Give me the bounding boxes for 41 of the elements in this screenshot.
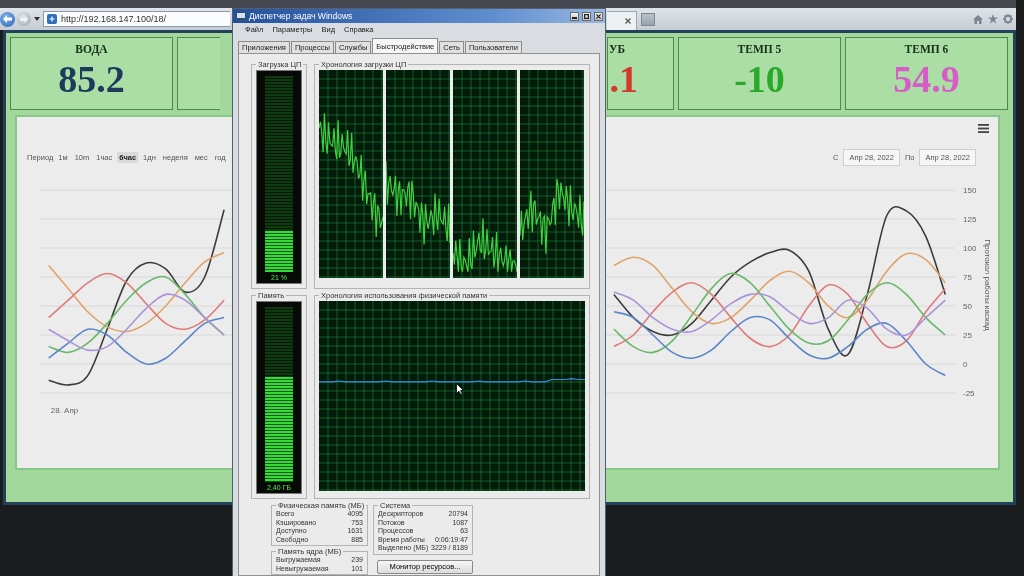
y-axis-label: 75 xyxy=(963,273,972,282)
close-button[interactable] xyxy=(594,11,603,21)
tile-title: ТЕМП 5 xyxy=(737,43,782,55)
y-axis-label: 0 xyxy=(963,360,968,369)
y-axis-label: 50 xyxy=(963,302,972,311)
maximize-icon xyxy=(584,13,589,19)
close-tab-button[interactable] xyxy=(625,18,631,24)
tile-value: 54.9 xyxy=(893,60,960,98)
mouse-pointer-icon xyxy=(456,383,464,395)
settings-icon[interactable] xyxy=(1003,14,1013,24)
tile-value: .1 xyxy=(609,60,638,98)
caret-icon[interactable] xyxy=(34,17,40,21)
cpu-usage-line xyxy=(453,217,517,273)
forward-arrow-icon xyxy=(20,15,28,23)
close-icon xyxy=(625,18,631,24)
menu-icon[interactable] xyxy=(978,123,989,133)
address-field[interactable]: http://192.168.147.100/18/ xyxy=(43,11,230,27)
star-icon[interactable] xyxy=(988,14,998,24)
tile-title: УБ xyxy=(608,43,625,55)
minimize-button[interactable] xyxy=(570,11,579,21)
new-tab-button[interactable] xyxy=(641,12,655,26)
x-axis-label: 28. Апр xyxy=(50,406,79,415)
back-button[interactable] xyxy=(0,11,15,27)
site-icon xyxy=(47,14,57,24)
monitor-icon xyxy=(236,11,246,21)
y-axis-label: 100 xyxy=(963,244,977,253)
back-arrow-icon xyxy=(3,15,12,23)
tile-title: ТЕМП 6 xyxy=(904,43,949,55)
close-icon xyxy=(596,13,601,19)
tile-title: ВОДА xyxy=(75,43,108,55)
tile-value: 85.2 xyxy=(58,60,125,98)
tile-value: -10 xyxy=(734,60,785,98)
window-title: Диспетчер задач Windows xyxy=(249,11,353,21)
y-axis-title: Протокол работы каскад xyxy=(983,239,992,331)
y-axis-label: 125 xyxy=(963,215,977,224)
home-icon[interactable] xyxy=(973,14,983,24)
minimize-icon xyxy=(572,16,577,19)
y-axis-label: 25 xyxy=(963,331,972,340)
maximize-button[interactable] xyxy=(582,11,591,21)
y-axis-label: -25 xyxy=(963,389,975,398)
y-axis-label: 150 xyxy=(963,186,977,195)
